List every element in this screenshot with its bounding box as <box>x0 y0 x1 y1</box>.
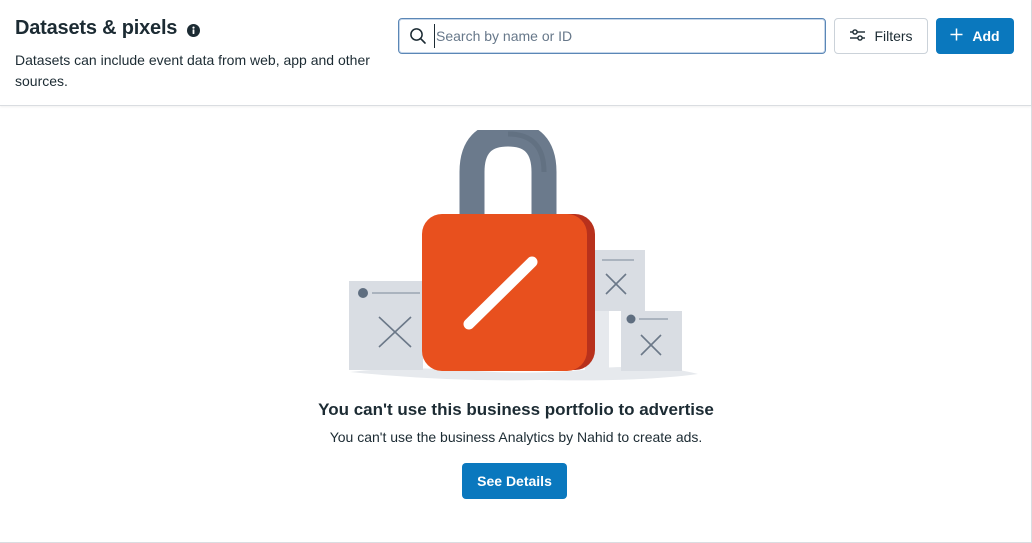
page-description: Datasets can include event data from web… <box>15 52 370 89</box>
page-header: Datasets & pixels Datasets can include e… <box>0 0 1031 106</box>
search-input[interactable] <box>434 24 814 48</box>
add-label: Add <box>972 28 1000 44</box>
filters-button[interactable]: Filters <box>834 18 928 54</box>
info-icon[interactable] <box>187 23 201 37</box>
filters-label: Filters <box>874 28 913 44</box>
plus-icon <box>950 28 963 44</box>
page-title: Datasets & pixels <box>15 17 178 39</box>
see-details-button[interactable]: See Details <box>462 463 567 499</box>
empty-state-title: You can't use this business portfolio to… <box>318 400 714 419</box>
sliders-icon <box>849 28 866 45</box>
add-button[interactable]: Add <box>936 18 1014 54</box>
search-box[interactable] <box>398 18 826 54</box>
padlock-illustration <box>340 121 710 390</box>
title-row: Datasets & pixels <box>15 17 201 40</box>
search-icon <box>409 27 427 45</box>
empty-state-description: You can't use the business Analytics by … <box>329 429 703 445</box>
